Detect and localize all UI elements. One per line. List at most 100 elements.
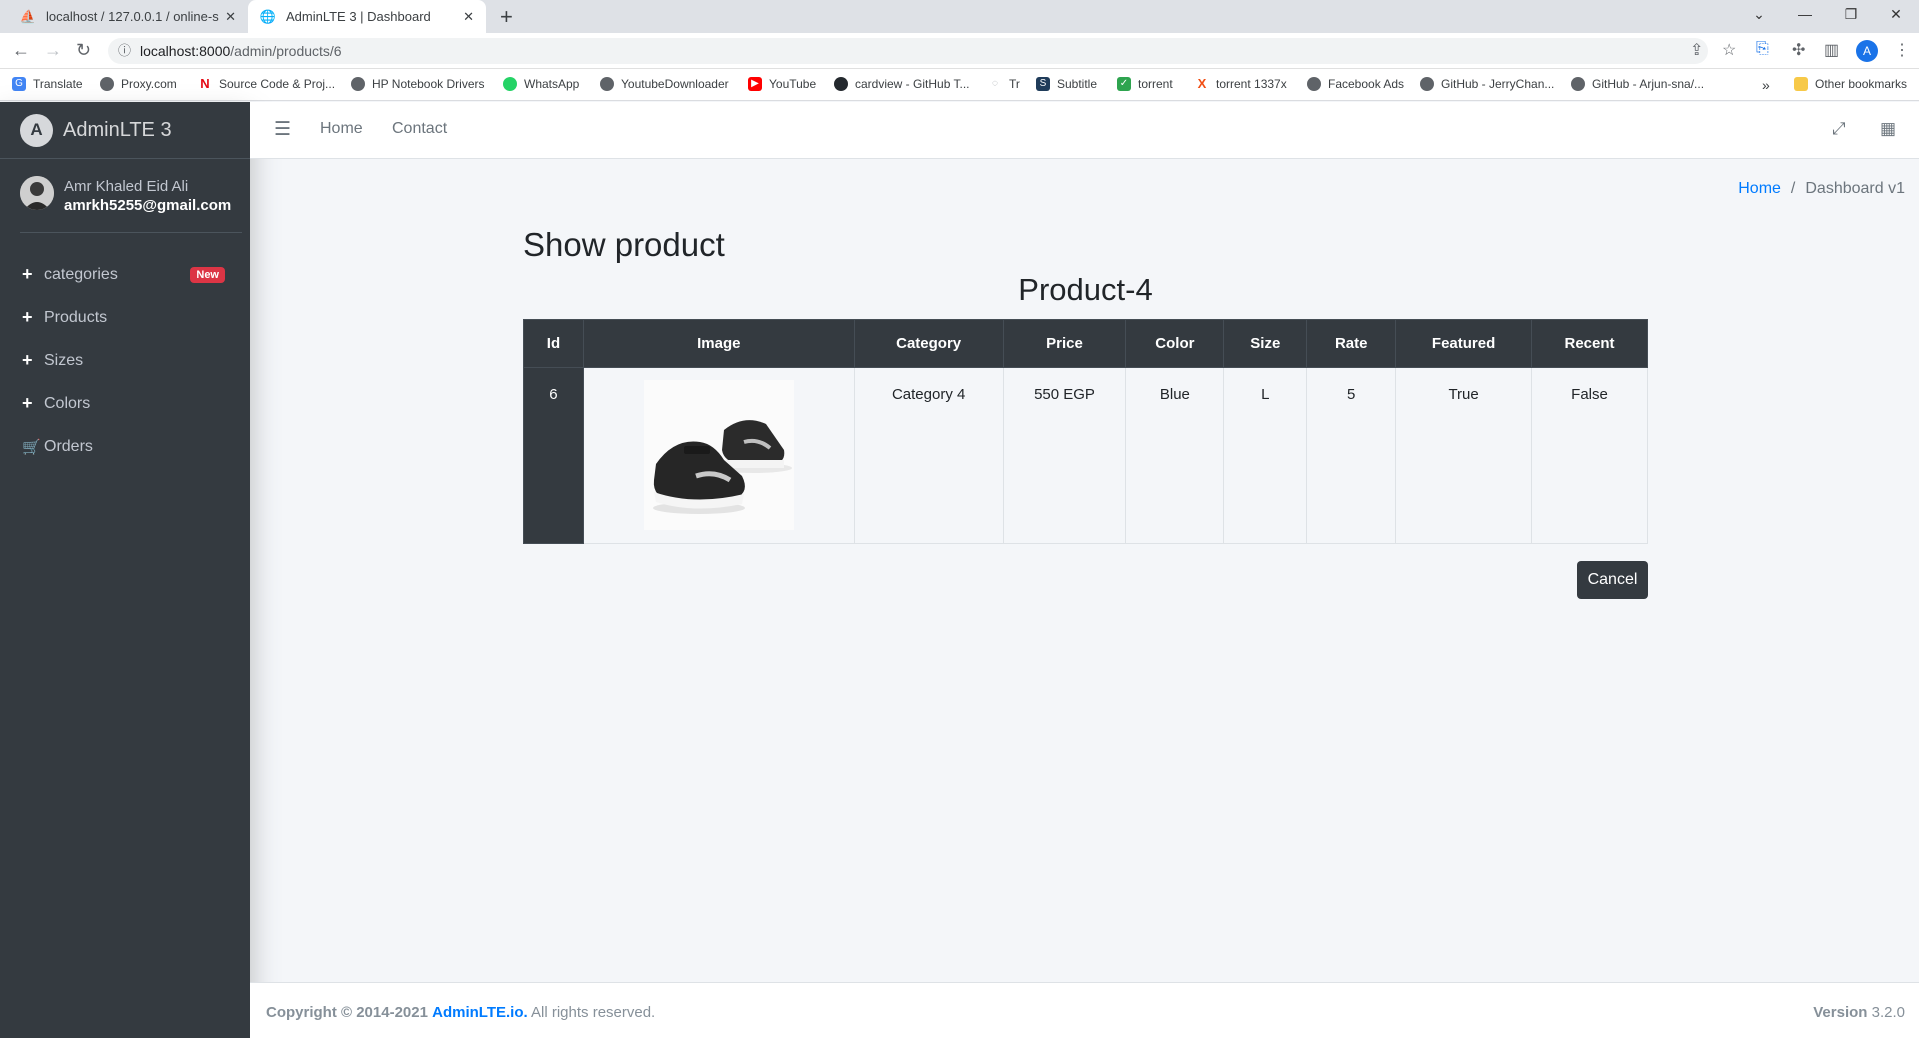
bookmark-youtube[interactable]: ▶ YouTube [748,77,816,91]
browser-tab-phpmyadmin[interactable]: ⛵ localhost / 127.0.0.1 / online-sho ✕ [8,0,248,33]
browser-tab-strip: ⛵ localhost / 127.0.0.1 / online-sho ✕ 🌐… [0,0,1919,33]
phpmyadmin-icon: ⛵ [19,8,37,24]
tab-search-icon[interactable]: ⌄ [1736,0,1782,30]
browser-tab-dashboard[interactable]: 🌐 AdminLTE 3 | Dashboard ✕ [248,0,486,33]
url-input[interactable]: ⓘ localhost:8000/admin/products/6 [108,38,1708,64]
bookmark-whatsapp[interactable]: WhatsApp [503,77,579,91]
bookmark-cardview[interactable]: cardview - GitHub T... [834,77,969,91]
sidebar-item-products[interactable]: + Products [0,296,250,339]
restore-icon[interactable]: ❐ [1828,0,1874,30]
address-bar-row: ← → ↻ ⓘ localhost:8000/admin/products/6 [0,33,1919,69]
whatsapp-icon [503,77,517,91]
sidebar-item-orders[interactable]: 🛒 Orders [0,425,250,468]
close-window-icon[interactable]: ✕ [1873,0,1919,30]
url-path: /admin/products/6 [230,43,342,59]
bookmark-label: WhatsApp [524,77,580,91]
fullscreen-icon[interactable]: ⤢ [1832,119,1846,139]
nav-home-link[interactable]: Home [320,120,363,138]
hamburger-menu-icon[interactable]: ☰ [274,118,291,141]
bookmark-label: torrent [1138,77,1173,91]
globe-icon [1571,77,1585,91]
bookmark-label: HP Notebook Drivers [372,77,485,91]
sidebar-item-label: Products [44,308,108,326]
cell-rate: 5 [1306,367,1397,544]
plus-icon: + [22,307,33,327]
column-header: Id [523,319,584,368]
bookmark-facebook-ads[interactable]: Facebook Ads [1307,77,1404,91]
product-image [643,380,794,530]
extensions-icon[interactable]: ✣ [1792,40,1805,60]
bookmark-torrent[interactable]: ✓ torrent [1117,77,1173,91]
tab-title: AdminLTE 3 | Dashboard [286,9,431,24]
cell-id: 6 [523,367,584,544]
user-panel: Amr Khaled Eid Ali amrkh5255@gmail.com [20,173,242,233]
bookmark-translate[interactable]: G Translate [12,77,83,91]
main-footer: Copyright © 2014-2021 AdminLTE.io. All r… [250,982,1919,1038]
bookmark-source-code[interactable]: N Source Code & Proj... [198,77,335,92]
side-panel-icon[interactable]: ▥ [1824,40,1839,60]
loading-icon: ◌ [992,78,998,89]
site-info-icon[interactable]: ⓘ [118,38,131,64]
back-icon[interactable]: ← [12,40,30,61]
cell-image [582,367,855,544]
bookmark-proxy[interactable]: Proxy.com [100,77,177,91]
other-bookmarks[interactable]: Other bookmarks [1794,77,1907,91]
sidebar-item-label: Sizes [44,351,84,369]
adminlte-link[interactable]: AdminLTE.io. [432,1004,528,1021]
reload-icon[interactable]: ↻ [76,40,91,61]
share-icon[interactable]: ⇪ [1690,40,1703,60]
bookmark-subtitle[interactable]: S Subtitle [1036,77,1097,91]
bookmark-label: Tr [1009,77,1020,91]
close-tab-icon[interactable]: ✕ [225,9,236,25]
profile-avatar[interactable]: A [1856,40,1878,62]
cancel-button[interactable]: Cancel [1577,561,1648,599]
copy-extension-icon[interactable]: ⎘ [1756,40,1769,58]
new-badge: New [190,267,225,283]
column-header: Featured [1395,319,1533,368]
bookmark-tr[interactable]: ◌ Tr [988,77,1020,91]
column-header: Color [1125,319,1225,368]
column-header: Price [1002,319,1127,368]
avatar[interactable] [20,176,54,210]
bookmarks-bar: G Translate Proxy.com N Source Code & Proj… [0,69,1919,101]
google-translate-icon: G [12,77,26,91]
version-number: 3.2.0 [1871,1004,1905,1021]
cell-size: L [1223,367,1308,544]
copyright: Copyright © 2014-2021 AdminLTE.io. All r… [266,1004,655,1021]
bookmark-label: torrent 1337x [1216,77,1287,91]
nav-contact-link[interactable]: Contact [392,120,447,138]
breadcrumb-home-link[interactable]: Home [1738,180,1781,197]
top-navbar: ☰ Home Contact ⤢ ▦ [250,102,1919,159]
github-icon [834,77,848,91]
globe-icon [1307,77,1321,91]
bookmark-label: Proxy.com [121,77,177,91]
sidebar-item-colors[interactable]: + Colors [0,382,250,425]
sidebar-menu: + categories New + Products + Sizes + Co… [0,253,250,468]
sidebar-item-sizes[interactable]: + Sizes [0,339,250,382]
rights-text: All rights reserved. [531,1004,656,1021]
bookmark-star-icon[interactable]: ☆ [1722,40,1736,60]
brand-link[interactable]: A AdminLTE 3 [0,102,250,159]
bookmark-youtubedownloader[interactable]: YoutubeDownloader [600,77,729,91]
user-email[interactable]: amrkh5255@gmail.com [64,197,231,214]
plus-icon: + [22,393,33,413]
bookmark-github-arjun[interactable]: GitHub - Arjun-sna/... [1571,77,1704,91]
url-host: localhost:8000 [140,43,231,59]
control-sidebar-icon[interactable]: ▦ [1880,119,1896,139]
user-name[interactable]: Amr Khaled Eid Ali [64,176,231,197]
copyright-text: Copyright © 2014-2021 [266,1004,428,1021]
version-info: Version 3.2.0 [1813,1004,1905,1021]
bookmark-github-jerrychan[interactable]: GitHub - JerryChan... [1420,77,1554,91]
bookmark-hp-drivers[interactable]: HP Notebook Drivers [351,77,485,91]
new-tab-icon[interactable]: + [500,4,513,30]
bookmark-torrent-1337x[interactable]: Xtorrent 1337x [1195,77,1287,92]
column-header: Recent [1531,319,1648,368]
bookmark-label: Other bookmarks [1815,77,1908,91]
more-bookmarks-icon[interactable]: » [1762,77,1770,93]
minimize-icon[interactable]: — [1782,0,1828,30]
forward-icon[interactable]: → [44,40,62,61]
more-menu-icon[interactable]: ⋮ [1894,40,1910,60]
close-tab-icon[interactable]: ✕ [463,9,474,25]
product-table: Id Image Category Price Color Size Rate … [523,319,1648,544]
sidebar-item-categories[interactable]: + categories New [0,253,250,296]
